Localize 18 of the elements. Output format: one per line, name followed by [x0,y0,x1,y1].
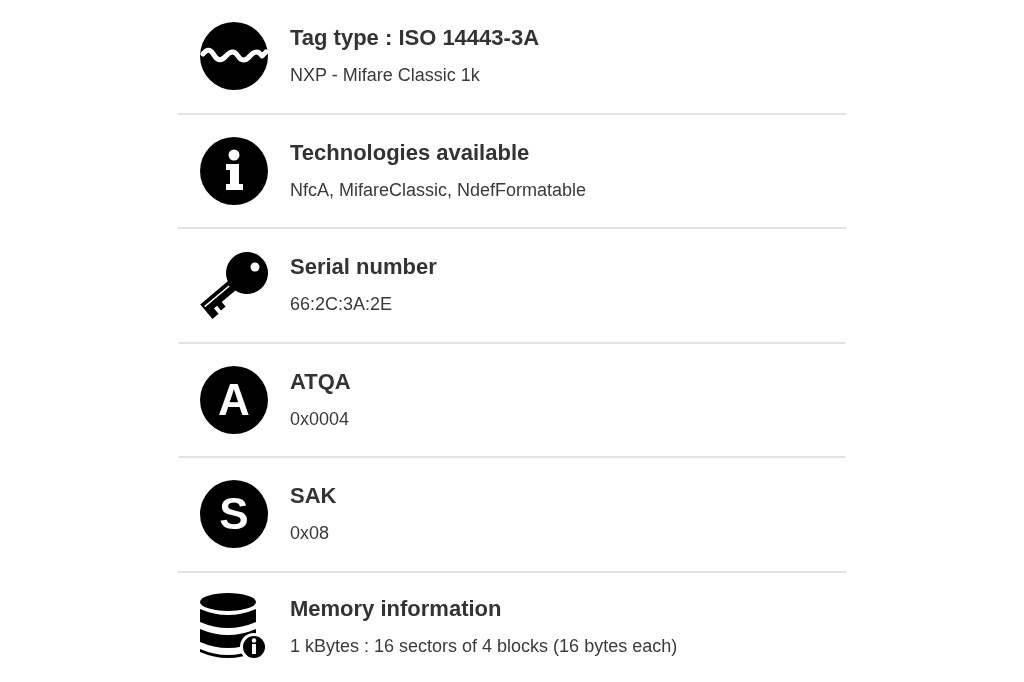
row-title: Memory information [290,594,503,623]
row-value: 0x0004 [290,407,351,431]
wave-icon [200,22,268,91]
row-title: Tag type : ISO 14443-3A [290,24,539,53]
row-value: NXP - Mifare Classic 1k [290,64,481,88]
info-icon [200,136,268,205]
row-title: Serial number [290,253,437,282]
row-value: 1 kBytes : 16 sectors of 4 blocks (16 bytes each) [290,634,678,658]
row-value: NfcA, MifareClassic, NdefFormatable [290,178,587,202]
key-icon [200,251,268,320]
row-title: Technologies available [290,138,531,167]
row-value: 66:2C:3A:2E [290,293,394,317]
row-value: 0x08 [290,522,331,546]
circled-letter-icon: S [200,480,268,549]
row-title: ATQA [290,367,351,396]
circled-letter-icon: A [200,365,268,434]
database-info-icon [200,592,268,661]
row-title: SAK [290,482,337,511]
